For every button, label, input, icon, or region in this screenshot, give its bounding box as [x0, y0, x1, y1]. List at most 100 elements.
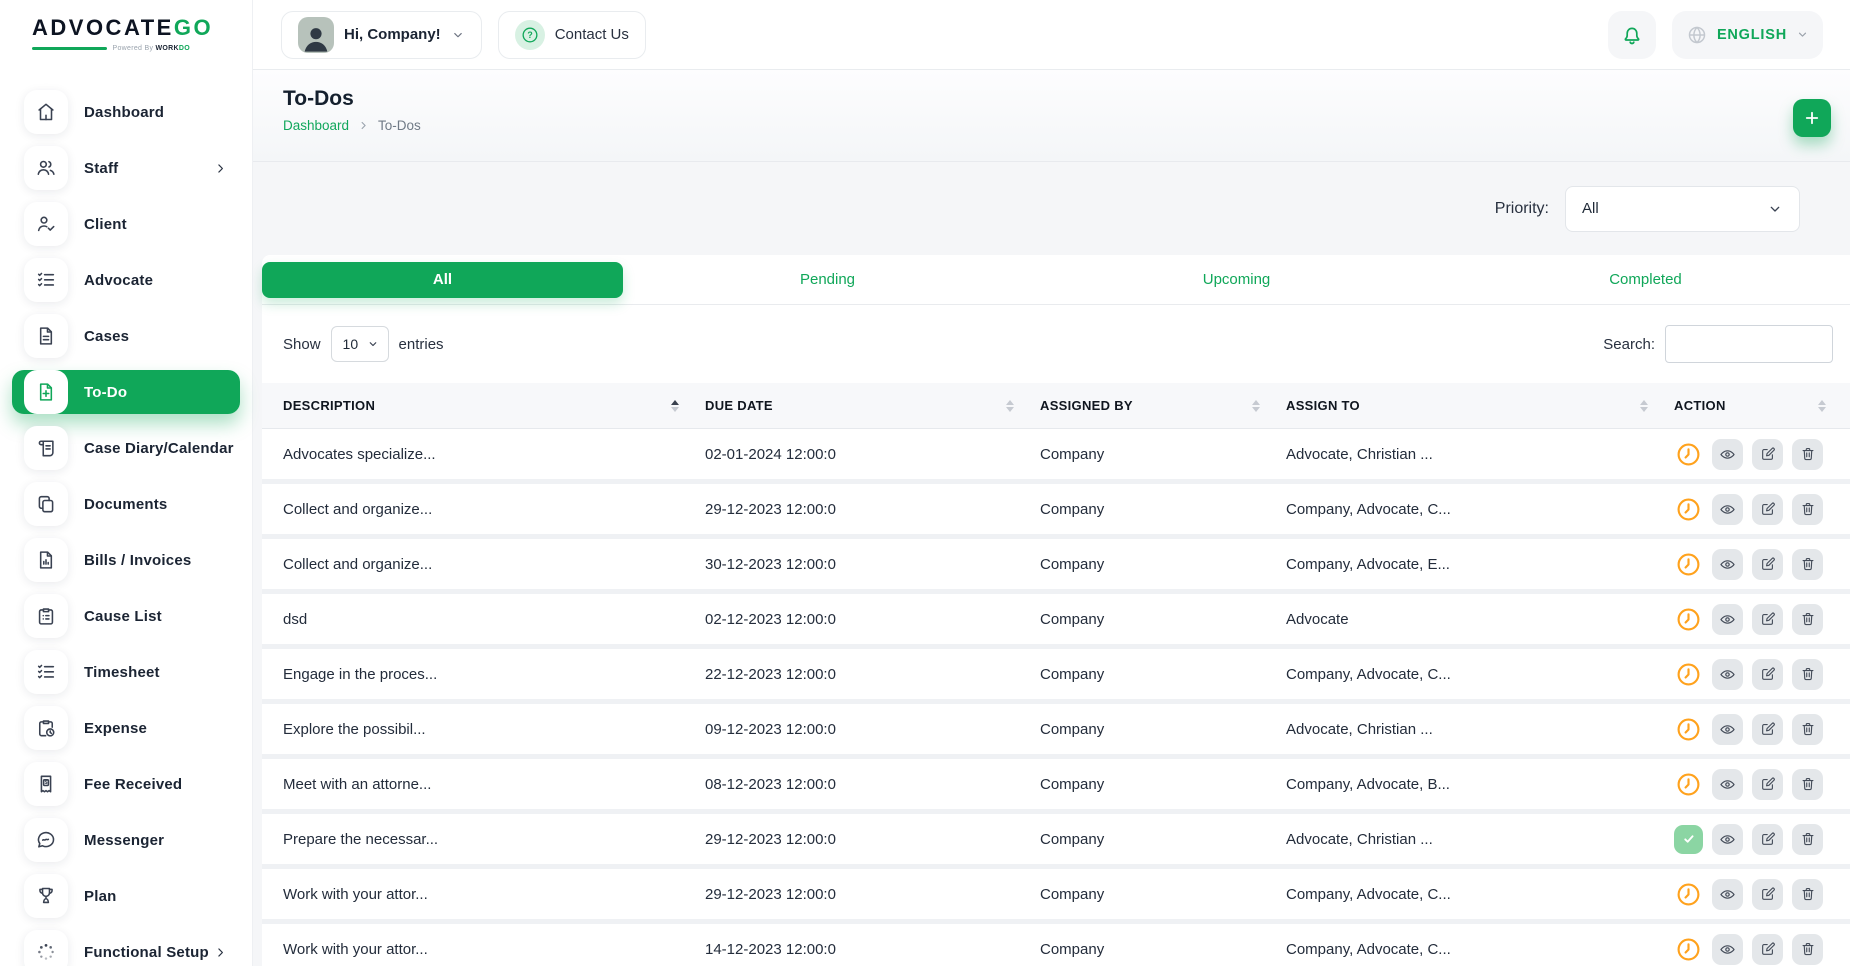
todo-assigned-by: Company: [1040, 556, 1286, 573]
trash-icon: [1800, 721, 1816, 737]
todo-description: Work with your attor...: [283, 886, 705, 903]
question-circle-icon: ?: [515, 20, 545, 50]
tab-all[interactable]: All: [262, 262, 623, 298]
edit-button[interactable]: [1752, 769, 1783, 800]
edit-button[interactable]: [1752, 879, 1783, 910]
sort-icon: [671, 400, 679, 412]
view-button[interactable]: [1712, 879, 1743, 910]
edit-button[interactable]: [1752, 714, 1783, 745]
completed-check-icon: [1674, 825, 1703, 854]
advocate-checklist-icon: [24, 258, 68, 302]
pending-clock-icon: [1675, 551, 1702, 578]
todo-assign-to: Company, Advocate, C...: [1286, 941, 1674, 958]
sidebar-item-client[interactable]: Client: [12, 202, 240, 246]
delete-button[interactable]: [1792, 879, 1823, 910]
view-button[interactable]: [1712, 769, 1743, 800]
todo-assigned-by: Company: [1040, 501, 1286, 518]
delete-button[interactable]: [1792, 439, 1823, 470]
sidebar-item-plan[interactable]: Plan: [12, 874, 240, 918]
view-button[interactable]: [1712, 934, 1743, 965]
delete-button[interactable]: [1792, 659, 1823, 690]
view-button[interactable]: [1712, 824, 1743, 855]
sidebar-item-cause-list[interactable]: Cause List: [12, 594, 240, 638]
sidebar-item-cases[interactable]: Cases: [12, 314, 240, 358]
sidebar-item-case-diary-calendar[interactable]: Case Diary/Calendar: [12, 426, 240, 470]
brand-name-accent: GO: [174, 15, 213, 40]
tab-completed[interactable]: Completed: [1441, 255, 1850, 304]
user-menu[interactable]: Hi, Company!: [281, 11, 482, 59]
pending-clock-icon: [1675, 661, 1702, 688]
chevron-down-icon: [1767, 201, 1783, 217]
breadcrumb-dashboard-link[interactable]: Dashboard: [283, 118, 349, 133]
view-button[interactable]: [1712, 494, 1743, 525]
sidebar-item-todo[interactable]: To-Do: [12, 370, 240, 414]
view-button[interactable]: [1712, 549, 1743, 580]
search-input[interactable]: [1665, 325, 1833, 363]
notifications-button[interactable]: [1608, 11, 1656, 59]
sidebar-item-label: To-Do: [84, 384, 127, 401]
delete-button[interactable]: [1792, 769, 1823, 800]
todo-assign-to: Company, Advocate, C...: [1286, 501, 1674, 518]
column-header-action[interactable]: ACTION: [1674, 383, 1850, 428]
edit-button[interactable]: [1752, 824, 1783, 855]
sidebar-item-advocate[interactable]: Advocate: [12, 258, 240, 302]
page-size-value: 10: [343, 336, 359, 352]
todo-assigned-by: Company: [1040, 776, 1286, 793]
sidebar-item-label: Staff: [84, 160, 118, 177]
edit-button[interactable]: [1752, 934, 1783, 965]
sidebar-item-dashboard[interactable]: Dashboard: [12, 90, 240, 134]
status-slot: [1674, 771, 1703, 798]
chevron-down-icon: [451, 28, 465, 42]
column-header-due-date[interactable]: DUE DATE: [705, 383, 1040, 428]
todo-assign-to: Company, Advocate, B...: [1286, 776, 1674, 793]
delete-button[interactable]: [1792, 604, 1823, 635]
chevron-down-icon: [367, 338, 379, 350]
table-row: Work with your attor... 29-12-2023 12:00…: [262, 869, 1850, 924]
view-button[interactable]: [1712, 604, 1743, 635]
language-selector[interactable]: ENGLISH: [1672, 11, 1823, 59]
sidebar-item-timesheet[interactable]: Timesheet: [12, 650, 240, 694]
edit-button[interactable]: [1752, 439, 1783, 470]
tab-upcoming[interactable]: Upcoming: [1032, 255, 1441, 304]
contact-us-button[interactable]: ? Contact Us: [498, 11, 646, 59]
svg-text:$: $: [45, 780, 48, 786]
sidebar-item-functional-setup[interactable]: Functional Setup: [12, 930, 240, 966]
column-header-description[interactable]: DESCRIPTION: [283, 383, 705, 428]
pending-clock-icon: [1675, 496, 1702, 523]
sidebar-item-messenger[interactable]: Messenger: [12, 818, 240, 862]
sidebar-item-staff[interactable]: Staff: [12, 146, 240, 190]
add-todo-button[interactable]: [1793, 99, 1831, 137]
todo-assigned-by: Company: [1040, 611, 1286, 628]
delete-button[interactable]: [1792, 494, 1823, 525]
edit-button[interactable]: [1752, 549, 1783, 580]
sidebar-item-expense[interactable]: Expense: [12, 706, 240, 750]
page-size-select[interactable]: 10: [331, 326, 389, 362]
delete-button[interactable]: [1792, 549, 1823, 580]
column-header-assign-to[interactable]: ASSIGN TO: [1286, 383, 1674, 428]
column-header-assigned-by[interactable]: ASSIGNED BY: [1040, 383, 1286, 428]
priority-value: All: [1582, 200, 1599, 217]
todo-due-date: 29-12-2023 12:00:0: [705, 831, 1040, 848]
todo-assign-to: Advocate, Christian ...: [1286, 721, 1674, 738]
delete-button[interactable]: [1792, 934, 1823, 965]
edit-button[interactable]: [1752, 659, 1783, 690]
edit-button[interactable]: [1752, 604, 1783, 635]
view-button[interactable]: [1712, 659, 1743, 690]
delete-button[interactable]: [1792, 824, 1823, 855]
plus-icon: [1803, 109, 1821, 127]
sidebar-item-fee-received[interactable]: $ Fee Received: [12, 762, 240, 806]
todo-assigned-by: Company: [1040, 831, 1286, 848]
sidebar-item-bills-invoices[interactable]: Bills / Invoices: [12, 538, 240, 582]
brand-name-primary: ADVOCATE: [32, 15, 174, 40]
delete-button[interactable]: [1792, 714, 1823, 745]
table-controls: Show 10 entries Search:: [262, 305, 1850, 383]
priority-label: Priority:: [1495, 200, 1549, 218]
edit-button[interactable]: [1752, 494, 1783, 525]
sidebar-item-documents[interactable]: Documents: [12, 482, 240, 526]
view-button[interactable]: [1712, 714, 1743, 745]
powered-by-text: Powered By WORKDO: [113, 45, 190, 52]
priority-select[interactable]: All: [1565, 186, 1800, 232]
edit-pencil-icon: [1760, 666, 1776, 682]
tab-pending[interactable]: Pending: [623, 255, 1032, 304]
view-button[interactable]: [1712, 439, 1743, 470]
